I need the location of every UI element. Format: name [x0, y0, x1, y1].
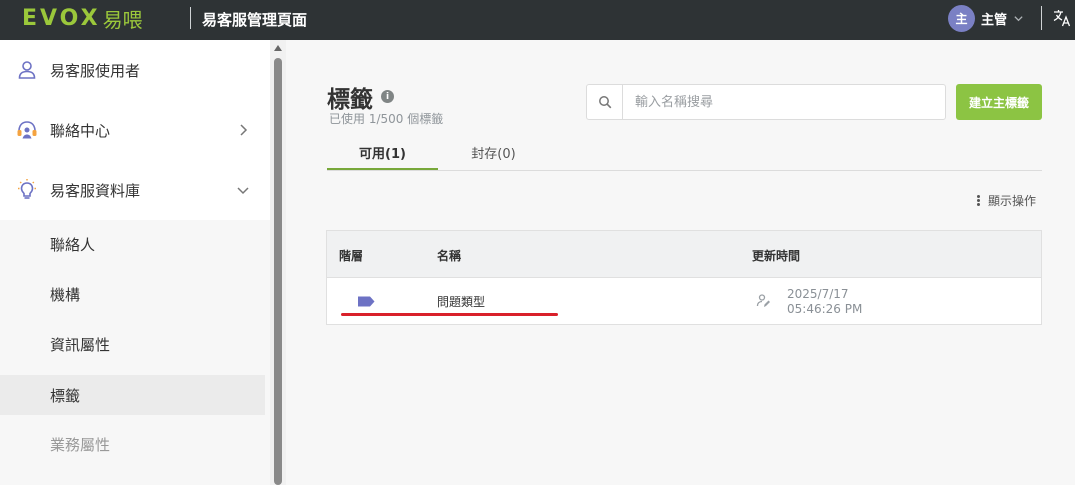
- sidebar-subitem-contacts[interactable]: 聯絡人: [0, 224, 265, 264]
- create-main-tag-button[interactable]: 建立主標籤: [956, 84, 1042, 120]
- header-divider-right: [1041, 6, 1042, 30]
- lightbulb-icon: [18, 179, 36, 199]
- tag-name[interactable]: 問題類型: [437, 293, 485, 310]
- scroll-thumb[interactable]: [274, 58, 282, 485]
- translate-icon[interactable]: [1052, 8, 1072, 28]
- avatar: 主: [948, 5, 975, 32]
- show-actions-button[interactable]: 顯示操作: [977, 192, 1036, 209]
- headset-icon: [17, 121, 37, 139]
- updated-date-text: 2025/7/17: [787, 287, 849, 301]
- tab-archived[interactable]: 封存(0): [438, 143, 549, 171]
- sidebar-subitem-label: 機構: [50, 285, 81, 304]
- top-bar: EVOX 易喂 易客服管理頁面 主 主管: [0, 0, 1075, 40]
- search-input[interactable]: [623, 85, 945, 119]
- search-icon-wrap: [587, 85, 623, 119]
- sidebar-main-menu: 易客服使用者 聯絡中心 易客服資料庫: [0, 40, 270, 220]
- tag-icon: [358, 296, 375, 307]
- annotation-underline: [341, 313, 558, 316]
- tag-usage-count: 已使用 1/500 個標籤: [329, 112, 444, 126]
- table-header: 階層 名稱 更新時間: [327, 231, 1041, 278]
- scroll-up-arrow-icon[interactable]: [274, 45, 282, 51]
- show-actions-label: 顯示操作: [988, 194, 1037, 208]
- header-divider: [190, 7, 191, 29]
- column-header-updated[interactable]: 更新時間: [752, 247, 800, 264]
- app-title: 易客服管理頁面: [202, 11, 308, 29]
- sidebar-subitem-business-attributes[interactable]: 業務屬性: [0, 424, 265, 464]
- sidebar-subitem-tags[interactable]: 標籤: [0, 375, 265, 415]
- tags-table: 階層 名稱 更新時間 問題類型 2025/7/17 05:46:26 PM: [326, 230, 1042, 325]
- sidebar-item-label: 易客服資料庫: [50, 181, 141, 200]
- search-box: [586, 84, 946, 120]
- sidebar-subitem-label: 聯絡人: [50, 235, 96, 254]
- sidebar: 易客服使用者 聯絡中心 易客服資料庫 聯絡人 機構 資訊屬性 標籤 業務屬性: [0, 40, 270, 485]
- logo-cn-text: 易喂: [102, 7, 143, 32]
- sidebar-item-label: 聯絡中心: [50, 121, 111, 140]
- user-icon: [18, 61, 36, 79]
- sidebar-subitem-label: 業務屬性: [50, 435, 111, 454]
- user-name: 主管: [981, 13, 1008, 28]
- evox-logo[interactable]: EVOX 易喂: [22, 5, 143, 32]
- kebab-menu-icon: [977, 195, 980, 206]
- chevron-down-icon: [1014, 16, 1023, 22]
- chevron-right-icon: [240, 124, 248, 136]
- sidebar-subitem-info-attributes[interactable]: 資訊屬性: [0, 324, 265, 364]
- column-header-level[interactable]: 階層: [339, 247, 363, 264]
- updated-time-text: 05:46:26 PM: [787, 302, 863, 316]
- sidebar-submenu: 聯絡人 機構 資訊屬性 標籤 業務屬性: [0, 220, 270, 485]
- updated-time: 2025/7/17 05:46:26 PM: [787, 287, 862, 317]
- logo-text: EVOX: [22, 5, 101, 31]
- column-header-name[interactable]: 名稱: [437, 247, 461, 264]
- sidebar-subitem-label: 資訊屬性: [50, 335, 111, 354]
- page-title: 標籤: [327, 87, 373, 113]
- tabs-divider: [327, 170, 1042, 171]
- chevron-down-icon: [237, 187, 249, 195]
- table-row[interactable]: 問題類型 2025/7/17 05:46:26 PM: [327, 278, 1041, 324]
- sidebar-item-label: 易客服使用者: [50, 61, 141, 80]
- sidebar-item-users[interactable]: 易客服使用者: [0, 40, 270, 100]
- sidebar-item-knowledge-base[interactable]: 易客服資料庫: [0, 160, 270, 220]
- user-edit-icon: [756, 294, 770, 307]
- user-menu[interactable]: 主 主管: [948, 5, 1024, 32]
- sidebar-subitem-organizations[interactable]: 機構: [0, 274, 265, 314]
- info-icon[interactable]: i: [381, 90, 394, 103]
- search-icon: [598, 96, 611, 109]
- sidebar-subitem-label: 標籤: [50, 386, 81, 405]
- sidebar-item-contact-center[interactable]: 聯絡中心: [0, 100, 270, 160]
- tab-available[interactable]: 可用(1): [327, 143, 438, 171]
- sidebar-scrollbar[interactable]: [270, 40, 286, 485]
